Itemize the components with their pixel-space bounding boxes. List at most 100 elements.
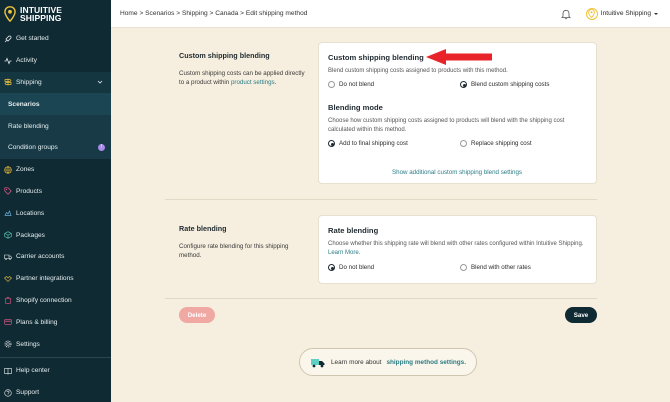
learn-more-banner[interactable]: Learn more about shipping method setting…	[299, 348, 477, 376]
sidebar-item-label: Products	[16, 187, 43, 195]
sidebar-item-plans-billing[interactable]: Plans & billing	[0, 311, 111, 333]
top-bar: Home > Scenarios > Shipping > Canada > E…	[111, 0, 670, 28]
sidebar-item-label: Condition groups	[8, 144, 58, 152]
sidebar-item-condition-groups[interactable]: Condition groups !	[0, 136, 111, 159]
product-settings-link[interactable]: product settings	[231, 79, 275, 86]
radio-replace-shipping-cost[interactable]: Replace shipping cost	[460, 140, 532, 147]
brand-name: INTUITIVE SHIPPING	[20, 6, 62, 23]
sidebar-item-label: Plans & billing	[16, 318, 58, 326]
location-pin-icon	[588, 9, 596, 18]
sidebar-item-packages[interactable]: Packages	[0, 224, 111, 246]
signpost-icon	[4, 78, 12, 86]
sidebar-item-shipping[interactable]: Shipping	[0, 71, 111, 94]
sidebar-item-label: Activity	[16, 57, 37, 65]
custom-card-title: Custom shipping blending	[328, 53, 424, 62]
sidebar-item-label: Locations	[16, 209, 45, 217]
blending-mode-title: Blending mode	[328, 103, 383, 112]
sidebar-item-scenarios[interactable]: Scenarios	[0, 93, 111, 116]
sidebar-item-label: Get started	[16, 35, 49, 43]
breadcrumb-home[interactable]: Home	[120, 10, 138, 17]
blending-mode-desc: Choose how custom shipping costs assigne…	[328, 118, 565, 133]
radio-dot	[460, 264, 467, 271]
radio-add-to-final-cost[interactable]: Add to final shipping cost	[328, 140, 408, 147]
breadcrumb-shipping[interactable]: Shipping	[182, 10, 208, 17]
sidebar-item-label: Partner integrations	[16, 275, 74, 283]
rocket-icon	[4, 35, 12, 43]
breadcrumb: Home > Scenarios > Shipping > Canada > E…	[111, 10, 560, 17]
handshake-icon	[4, 275, 12, 283]
pulse-icon	[4, 57, 12, 65]
chevron-down-icon[interactable]	[97, 79, 103, 85]
radio-label: Blend with other rates	[471, 264, 531, 271]
shipping-method-settings-link[interactable]: shipping method settings.	[386, 359, 466, 366]
rate-section-title: Rate blending	[179, 224, 227, 233]
sidebar-item-label: Packages	[16, 231, 45, 239]
shopping-bag-icon	[4, 296, 12, 305]
sidebar-item-get-started[interactable]: Get started	[0, 28, 111, 50]
sidebar-item-locations[interactable]: Locations	[0, 202, 111, 224]
sidebar-item-activity[interactable]: Activity	[0, 50, 111, 72]
truck-icon	[4, 253, 12, 261]
radio-dot	[328, 264, 335, 271]
red-arrow-icon	[426, 49, 492, 65]
sidebar-divider	[0, 356, 111, 358]
gear-icon	[4, 340, 12, 348]
sidebar-item-partner-integrations[interactable]: Partner integrations	[0, 268, 111, 290]
sidebar-item-label: Shipping	[16, 78, 42, 86]
custom-card-desc: Blend custom shipping costs assigned to …	[328, 68, 508, 74]
sidebar-item-label: Settings	[16, 340, 40, 348]
rate-card-desc-text: Choose whether this shipping rate will b…	[328, 241, 584, 247]
radio-do-not-blend[interactable]: Do not blend	[328, 81, 374, 88]
tag-icon	[4, 187, 12, 196]
sidebar: INTUITIVE SHIPPING Get started Activity …	[0, 0, 111, 402]
sidebar-item-carrier-accounts[interactable]: Carrier accounts	[0, 246, 111, 268]
sidebar-item-rate-blending[interactable]: Rate blending	[0, 115, 111, 137]
radio-rate-do-not-blend[interactable]: Do not blend	[328, 264, 374, 271]
user-name: Intuitive Shipping	[600, 10, 651, 17]
location-icon	[4, 209, 12, 217]
save-button[interactable]: Save	[565, 307, 597, 323]
sidebar-item-label: Carrier accounts	[16, 253, 65, 261]
sidebar-item-label: Zones	[16, 166, 35, 174]
question-icon	[4, 389, 12, 397]
brand-logo[interactable]: INTUITIVE SHIPPING	[0, 0, 111, 28]
radio-blend-with-other-rates[interactable]: Blend with other rates	[460, 264, 531, 271]
sidebar-item-settings[interactable]: Settings	[0, 333, 111, 355]
delete-button[interactable]: Delete	[179, 307, 215, 323]
sidebar-item-label: Rate blending	[8, 122, 49, 130]
sidebar-item-support[interactable]: Support	[0, 382, 111, 402]
book-icon	[4, 367, 12, 375]
radio-label: Do not blend	[339, 264, 375, 271]
sidebar-item-zones[interactable]: Zones	[0, 159, 111, 181]
actions-divider	[165, 298, 597, 299]
sidebar-nav: Get started Activity Shipping Scenarios …	[0, 28, 111, 402]
breadcrumb-canada[interactable]: Canada	[215, 10, 238, 17]
show-additional-settings-link[interactable]: Show additional custom shipping blend se…	[392, 169, 522, 176]
radio-dot	[328, 81, 335, 88]
avatar	[585, 7, 598, 20]
radio-blend-custom-costs[interactable]: Blend custom shipping costs	[460, 81, 549, 88]
sidebar-item-help-center[interactable]: Help center	[0, 360, 111, 382]
globe-icon	[4, 166, 12, 174]
sidebar-item-products[interactable]: Products	[0, 181, 111, 203]
radio-label: Replace shipping cost	[471, 140, 532, 147]
radio-dot	[460, 81, 467, 88]
sidebar-item-label: Help center	[16, 367, 50, 375]
breadcrumb-scenarios[interactable]: Scenarios	[145, 10, 174, 17]
rate-section-desc: Configure rate blending for this shippin…	[179, 243, 289, 259]
package-icon	[4, 231, 12, 239]
learn-more-link[interactable]: Learn More.	[328, 250, 360, 256]
user-menu[interactable]: Intuitive Shipping	[585, 7, 658, 20]
rate-card-desc: Choose whether this shipping rate will b…	[328, 240, 590, 257]
sidebar-item-shopify-connection[interactable]: Shopify connection	[0, 290, 111, 312]
custom-section-desc: Custom shipping costs can be applied dir…	[179, 69, 309, 87]
rate-card-title: Rate blending	[328, 226, 379, 235]
info-badge: !	[98, 143, 105, 151]
sidebar-item-label: Shopify connection	[16, 296, 72, 304]
sidebar-item-label: Support	[16, 389, 40, 397]
radio-label: Do not blend	[339, 81, 375, 88]
shipping-truck-icon	[311, 359, 325, 368]
bell-icon[interactable]	[560, 8, 572, 20]
sidebar-item-label: Scenarios	[8, 100, 40, 108]
radio-dot	[328, 140, 335, 147]
